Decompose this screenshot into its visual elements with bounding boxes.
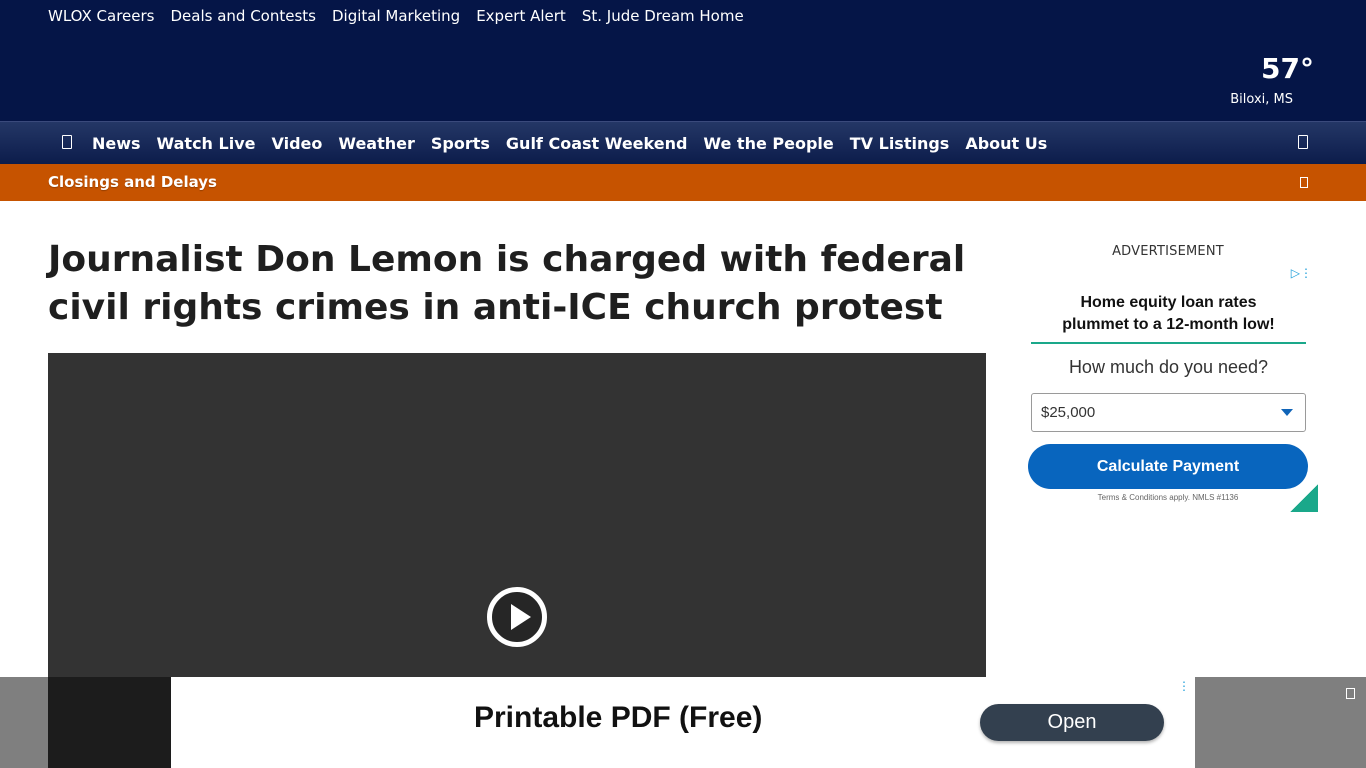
ad-terms: Terms & Conditions apply. NMLS #1136	[1097, 493, 1239, 502]
top-link-deals[interactable]: Deals and Contests	[171, 7, 317, 25]
ad-headline-line-2: plummet to a 12-month low!	[1062, 316, 1275, 333]
side-advertisement[interactable]: ▷⋮ Home equity loan rates plummet to a 1…	[1018, 262, 1318, 512]
chevron-down-icon	[1281, 409, 1293, 416]
ad-divider	[1031, 342, 1306, 344]
top-link-expert-alert[interactable]: Expert Alert	[476, 7, 566, 25]
advertisement-label: ADVERTISEMENT	[1112, 244, 1224, 259]
top-link-dream-home[interactable]: St. Jude Dream Home	[582, 7, 744, 25]
top-link-digital-marketing[interactable]: Digital Marketing	[332, 7, 460, 25]
nav-item-we-the-people[interactable]: We the People	[703, 134, 833, 153]
alert-bar: Closings and Delays	[0, 164, 1366, 201]
play-icon[interactable]	[487, 587, 547, 647]
article-headline: Journalist Don Lemon is charged with fed…	[48, 239, 966, 328]
adchoices-icon[interactable]: ▷⋮	[1291, 266, 1312, 280]
nav-item-sports[interactable]: Sports	[431, 134, 490, 153]
close-icon[interactable]	[1346, 688, 1355, 699]
ad-options-icon[interactable]: ⋮	[1178, 679, 1190, 693]
loan-amount-value: $25,000	[1041, 404, 1096, 421]
open-button[interactable]: Open	[980, 704, 1164, 741]
ad-headline: Home equity loan rates plummet to a 12-m…	[1031, 292, 1306, 336]
nav-item-watch-live[interactable]: Watch Live	[157, 134, 256, 153]
nav-items: News Watch Live Video Weather Sports Gul…	[92, 122, 1047, 164]
nav-item-tv-listings[interactable]: TV Listings	[850, 134, 950, 153]
top-link-careers[interactable]: WLOX Careers	[48, 7, 155, 25]
nav-item-news[interactable]: News	[92, 134, 141, 153]
hamburger-icon[interactable]	[62, 135, 72, 149]
top-links: WLOX Careers Deals and Contests Digital …	[48, 7, 744, 25]
nav-item-about-us[interactable]: About Us	[965, 134, 1047, 153]
ad-question: How much do you need?	[1068, 357, 1269, 377]
calculate-payment-button[interactable]: Calculate Payment	[1028, 444, 1308, 489]
bottom-ad-content[interactable]: Printable PDF (Free) Open ⋮	[171, 677, 1195, 768]
weather-location: Biloxi, MS	[1230, 92, 1293, 107]
weather-temperature: 57°	[1261, 52, 1314, 85]
search-icon[interactable]	[1298, 135, 1308, 149]
main-nav: News Watch Live Video Weather Sports Gul…	[0, 121, 1366, 164]
close-icon[interactable]	[1300, 177, 1308, 188]
ad-headline-line-1: Home equity loan rates	[1080, 294, 1257, 311]
alert-link-closings[interactable]: Closings and Delays	[48, 173, 217, 191]
site-header: WLOX Careers Deals and Contests Digital …	[0, 0, 1366, 121]
loan-amount-select[interactable]: $25,000	[1031, 393, 1306, 432]
bottom-ad-title: Printable PDF (Free)	[474, 701, 763, 734]
ad-corner-decoration	[1290, 484, 1318, 512]
weather-widget[interactable]: 57° Biloxi, MS	[1204, 52, 1314, 112]
video-overlap-strip	[48, 677, 171, 768]
nav-item-gulf-coast-weekend[interactable]: Gulf Coast Weekend	[506, 134, 688, 153]
nav-item-weather[interactable]: Weather	[338, 134, 415, 153]
nav-item-video[interactable]: Video	[271, 134, 322, 153]
bottom-sticky-ad: Printable PDF (Free) Open ⋮	[0, 677, 1366, 768]
